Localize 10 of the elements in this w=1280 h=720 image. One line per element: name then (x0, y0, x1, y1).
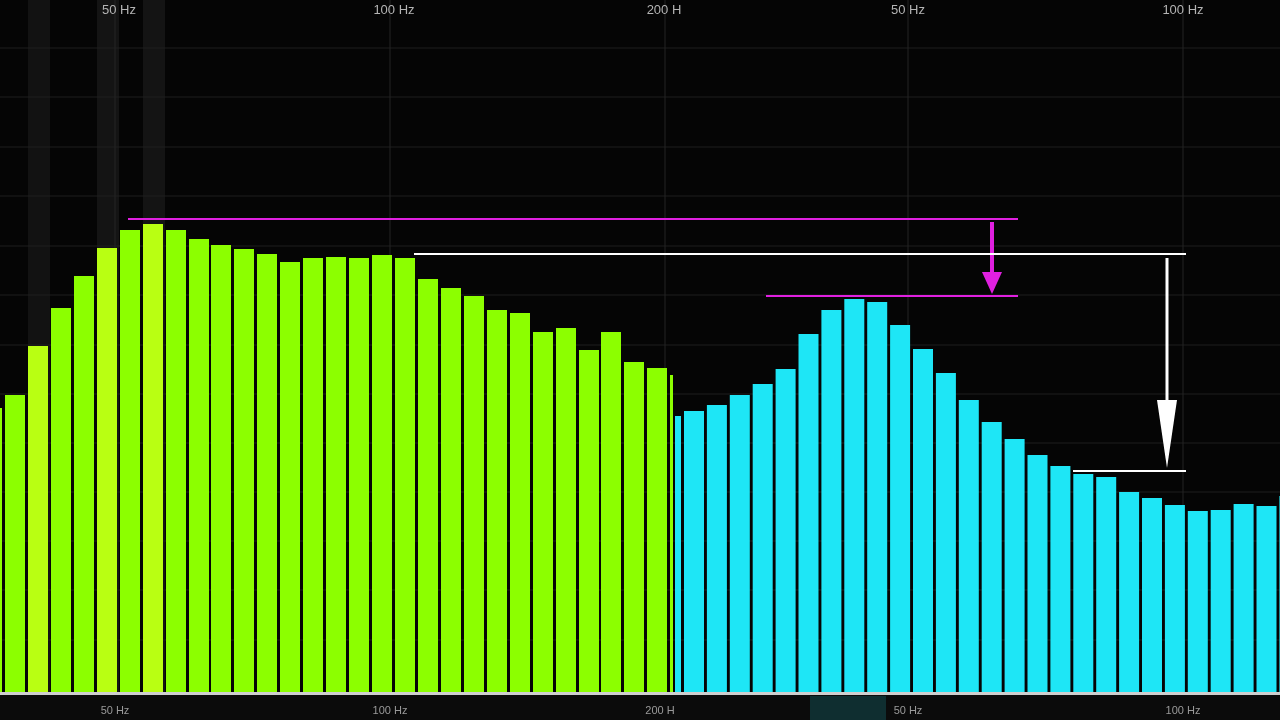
axis-label: 50 Hz (893, 704, 923, 716)
axis-label: 100 Hz (1162, 2, 1204, 17)
axis-label: 50 Hz (891, 2, 925, 17)
axis-label: 200 H (645, 704, 675, 716)
axis-label: 100 Hz (372, 704, 408, 716)
axis-label: 200 H (646, 2, 682, 17)
axis-label: 100 Hz (1165, 704, 1201, 716)
axis-label: 50 Hz (102, 2, 136, 17)
axis-label: 100 Hz (373, 2, 415, 17)
axis-label: 50 Hz (100, 704, 130, 716)
